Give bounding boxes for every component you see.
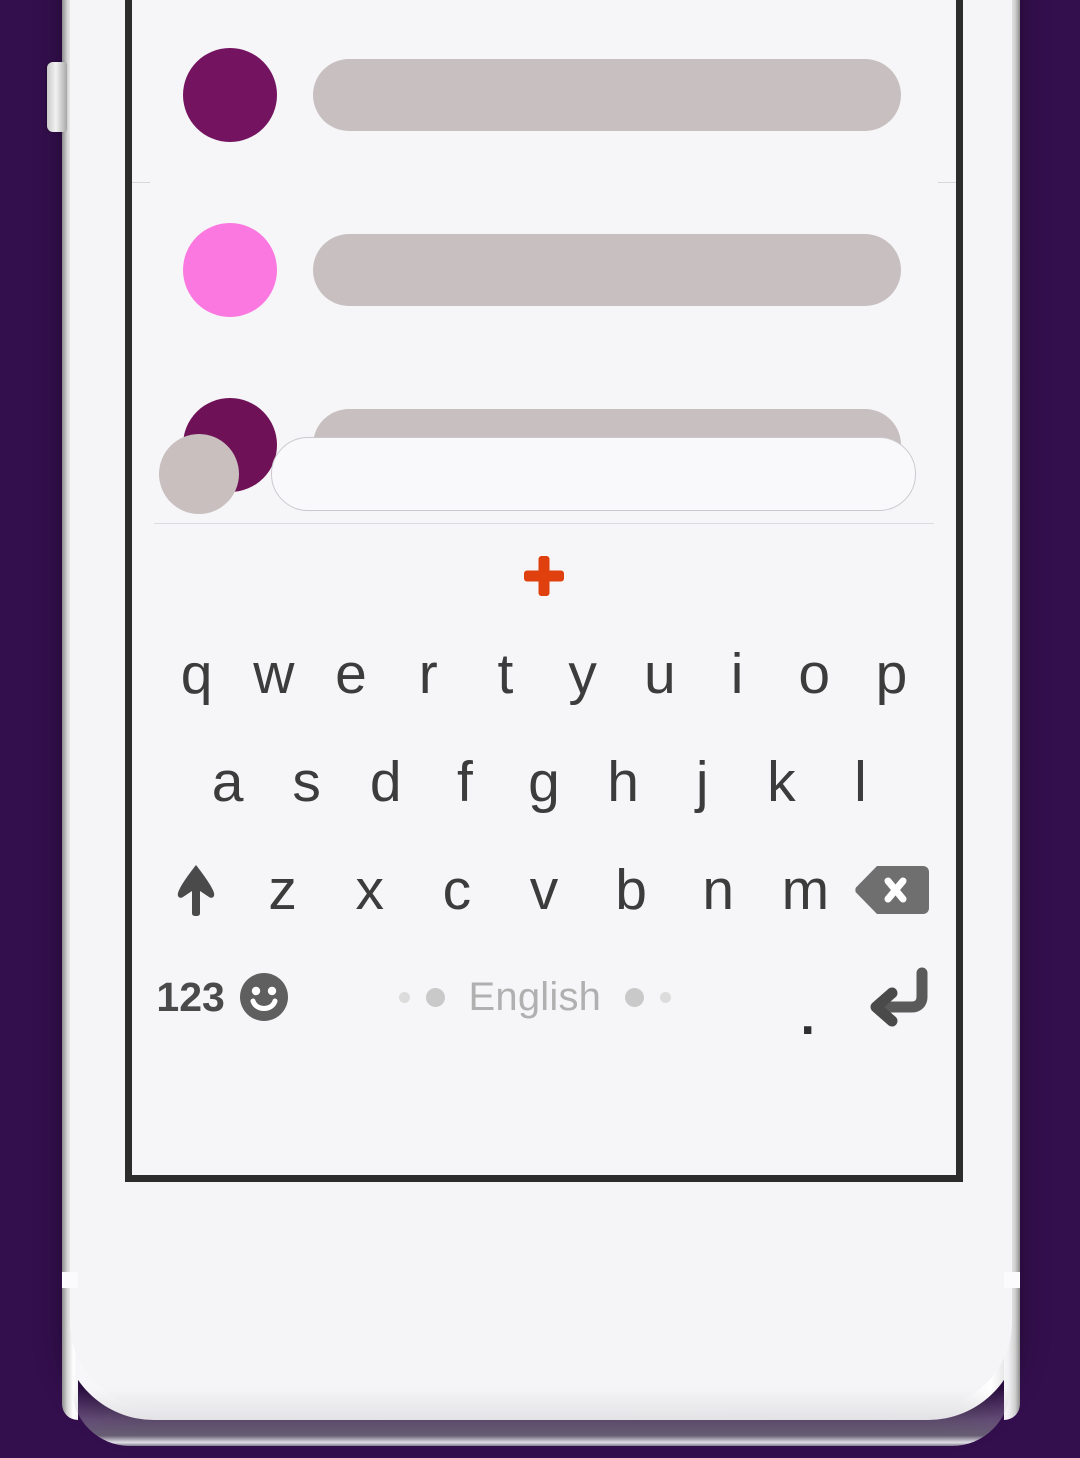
key-w[interactable]: w (235, 620, 312, 728)
avatar[interactable] (183, 222, 277, 317)
key-z[interactable]: z (239, 836, 326, 944)
composer-avatar[interactable] (159, 434, 239, 514)
message-bubble-placeholder (313, 233, 901, 306)
period-key[interactable]: . (755, 944, 861, 1050)
key-v[interactable]: v (500, 836, 587, 944)
key-l[interactable]: l (821, 728, 900, 836)
key-n[interactable]: n (675, 836, 762, 944)
key-c[interactable]: c (413, 836, 500, 944)
avatar[interactable] (183, 47, 277, 142)
volume-button[interactable] (47, 62, 67, 132)
key-a[interactable]: a (188, 728, 267, 836)
space-dot-small-left (398, 991, 410, 1003)
key-d[interactable]: d (346, 728, 425, 836)
keyboard-language-label: English (468, 974, 602, 1019)
key-q[interactable]: q (158, 620, 235, 728)
shift-icon (170, 863, 222, 917)
space-dot-small-right (660, 991, 672, 1003)
backspace-key[interactable] (849, 836, 936, 944)
key-x[interactable]: x (326, 836, 413, 944)
enter-key[interactable] (861, 944, 934, 1050)
key-r[interactable]: r (390, 620, 467, 728)
phone-screen-frame: q w e r t y u i o p a s d f g h j k l z … (125, 0, 963, 1182)
emoji-key[interactable] (227, 944, 300, 1050)
key-s[interactable]: s (267, 728, 346, 836)
shift-key[interactable] (152, 836, 239, 944)
emoji-icon (237, 970, 291, 1024)
message-row[interactable] (132, 182, 956, 357)
key-i[interactable]: i (698, 620, 775, 728)
numeric-key[interactable]: 123 (154, 944, 227, 1050)
space-dot-large-left (425, 987, 445, 1007)
plus-icon[interactable] (524, 556, 564, 596)
key-e[interactable]: e (312, 620, 389, 728)
message-composer (132, 419, 956, 529)
antenna-band-right (1004, 1272, 1020, 1288)
key-y[interactable]: y (544, 620, 621, 728)
keyboard-row-3: z x c v b n m (132, 836, 956, 944)
key-p[interactable]: p (853, 620, 930, 728)
message-list (132, 7, 956, 492)
keyboard-row-2: a s d f g h j k l (132, 728, 956, 836)
key-u[interactable]: u (621, 620, 698, 728)
space-key[interactable]: English (341, 944, 729, 1050)
key-k[interactable]: k (742, 728, 821, 836)
key-j[interactable]: j (663, 728, 742, 836)
key-f[interactable]: f (425, 728, 504, 836)
key-t[interactable]: t (467, 620, 544, 728)
message-row[interactable] (132, 7, 956, 182)
on-screen-keyboard: q w e r t y u i o p a s d f g h j k l z … (132, 524, 956, 1175)
space-dot-large-right (625, 987, 645, 1007)
key-b[interactable]: b (588, 836, 675, 944)
key-h[interactable]: h (584, 728, 663, 836)
message-bubble-placeholder (313, 58, 901, 131)
key-g[interactable]: g (504, 728, 583, 836)
enter-icon (866, 967, 928, 1027)
key-m[interactable]: m (762, 836, 849, 944)
screenshot-root: q w e r t y u i o p a s d f g h j k l z … (0, 0, 1080, 1458)
keyboard-row-4: 123 English . (132, 944, 956, 1050)
antenna-band-left (62, 1272, 78, 1288)
message-input[interactable] (271, 437, 916, 511)
keyboard-row-1: q w e r t y u i o p (132, 620, 956, 728)
key-o[interactable]: o (776, 620, 853, 728)
backspace-icon (855, 863, 930, 917)
keyboard-toolbar (132, 534, 956, 618)
app-screen: q w e r t y u i o p a s d f g h j k l z … (132, 0, 956, 1175)
